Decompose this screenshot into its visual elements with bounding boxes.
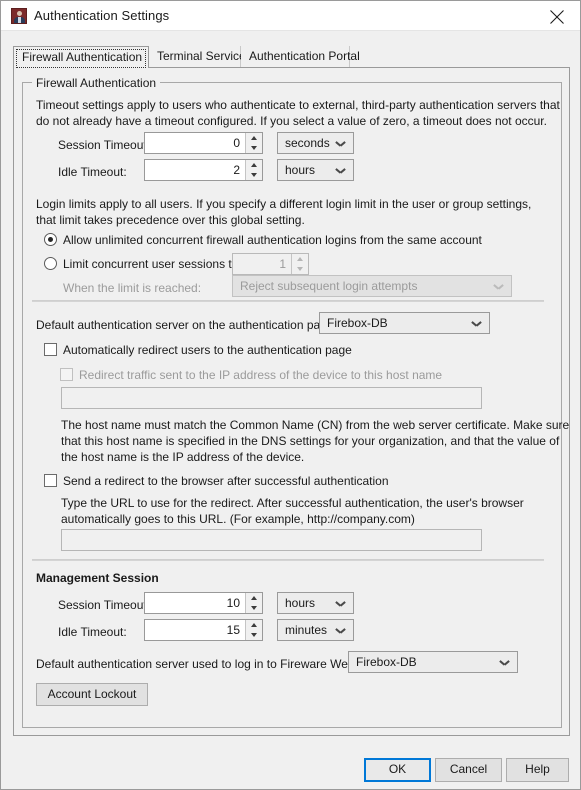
checkbox-redirect-host[interactable]	[60, 368, 73, 381]
mgmt-default-auth-server-value: Firebox-DB	[356, 655, 417, 669]
timeout-intro-line-2: do not already have a timeout configured…	[36, 114, 547, 128]
checkbox-auto-redirect[interactable]	[44, 343, 57, 356]
chevron-down-icon	[494, 284, 503, 289]
idle-timeout-spinner[interactable]: 2	[144, 159, 263, 181]
user-auth-icon	[11, 8, 27, 24]
host-name-input[interactable]	[61, 387, 482, 409]
idle-timeout-unit-combo[interactable]: hours	[277, 159, 354, 181]
concurrent-sessions-spinner[interactable]: 1	[232, 253, 309, 275]
tab-strip: Firewall Authentication Terminal Service…	[13, 46, 570, 68]
spinner-down-button[interactable]	[246, 170, 262, 180]
checkbox-redirect-host-label: Redirect traffic sent to the IP address …	[79, 368, 443, 382]
host-help-line-1: The host name must match the Common Name…	[61, 418, 570, 432]
checkbox-auto-redirect-label: Automatically redirect users to the auth…	[63, 343, 352, 357]
mgmt-session-timeout-label: Session Timeout:	[58, 598, 151, 612]
chevron-down-icon	[336, 601, 345, 606]
host-help-line-2: that this host name is specified in the …	[61, 434, 560, 448]
checkbox-send-redirect-label: Send a redirect to the browser after suc…	[63, 474, 389, 488]
spinner-up-button[interactable]	[246, 133, 262, 143]
when-limit-reached-value: Reject subsequent login attempts	[240, 279, 418, 293]
mgmt-idle-timeout-value: 15	[226, 623, 240, 637]
chevron-down-icon	[336, 141, 345, 146]
tab-label: Authentication Portal	[249, 49, 360, 63]
spinner-up-button[interactable]	[292, 254, 308, 264]
default-auth-server-value: Firebox-DB	[327, 316, 388, 330]
help-button[interactable]: Help	[506, 758, 569, 782]
spinner-buttons[interactable]	[291, 254, 308, 274]
timeout-intro-line-1: Timeout settings apply to users who auth…	[36, 98, 560, 112]
session-timeout-unit-value: seconds	[285, 136, 330, 150]
spinner-buttons[interactable]	[245, 160, 262, 180]
ok-button[interactable]: OK	[364, 758, 431, 782]
chevron-down-icon	[336, 168, 345, 173]
mgmt-default-auth-server-label: Default authentication server used to lo…	[36, 657, 370, 671]
close-icon[interactable]	[534, 1, 580, 30]
mgmt-idle-timeout-unit-value: minutes	[285, 623, 328, 637]
management-session-heading: Management Session	[36, 571, 159, 585]
spinner-up-button[interactable]	[246, 593, 262, 603]
dialog-button-bar: OK Cancel Help	[1, 744, 580, 789]
idle-timeout-unit-value: hours	[285, 163, 316, 177]
mgmt-idle-timeout-spinner[interactable]: 15	[144, 619, 263, 641]
session-timeout-spinner[interactable]: 0	[144, 132, 263, 154]
session-timeout-value: 0	[233, 136, 240, 150]
window-title: Authentication Settings	[34, 8, 170, 23]
chevron-down-icon	[472, 321, 481, 326]
tab-label: Terminal Services	[157, 49, 252, 63]
session-timeout-unit-combo[interactable]: seconds	[277, 132, 354, 154]
authentication-settings-dialog: Authentication Settings Firewall Authent…	[0, 0, 581, 790]
mgmt-session-timeout-unit-value: hours	[285, 596, 316, 610]
mgmt-session-timeout-unit-combo[interactable]: hours	[277, 592, 354, 614]
tab-panel-firewall-authentication: Firewall Authentication Timeout settings…	[13, 67, 570, 736]
default-auth-server-label: Default authentication server on the aut…	[36, 318, 334, 332]
idle-timeout-label: Idle Timeout:	[58, 165, 127, 179]
spinner-down-button[interactable]	[292, 264, 308, 274]
tab-terminal-services[interactable]: Terminal Services	[149, 46, 252, 68]
spinner-buttons[interactable]	[245, 133, 262, 153]
mgmt-idle-timeout-unit-combo[interactable]: minutes	[277, 619, 354, 641]
mgmt-session-timeout-spinner[interactable]: 10	[144, 592, 263, 614]
spinner-up-button[interactable]	[246, 620, 262, 630]
chevron-down-icon	[500, 660, 509, 665]
session-timeout-label: Session Timeout:	[58, 138, 151, 152]
when-limit-reached-label: When the limit is reached:	[63, 281, 202, 295]
spinner-buttons[interactable]	[245, 620, 262, 640]
when-limit-reached-combo[interactable]: Reject subsequent login attempts	[232, 275, 512, 297]
url-help-line-2: automatically goes to this URL. (For exa…	[61, 512, 415, 526]
spinner-down-button[interactable]	[246, 143, 262, 153]
idle-timeout-value: 2	[233, 163, 240, 177]
host-help-line-3: the host name is the IP address of the d…	[61, 450, 305, 464]
spinner-up-button[interactable]	[246, 160, 262, 170]
chevron-down-icon	[336, 628, 345, 633]
separator-2	[32, 559, 544, 561]
login-limit-line-2: that limit takes precedence over this gl…	[36, 213, 305, 227]
radio-limit-concurrent[interactable]	[44, 257, 57, 270]
spinner-buttons[interactable]	[245, 593, 262, 613]
login-limit-line-1: Login limits apply to all users. If you …	[36, 197, 532, 211]
tab-authentication-portal[interactable]: Authentication Portal	[241, 46, 360, 68]
radio-limit-concurrent-label: Limit concurrent user sessions to	[63, 257, 239, 271]
checkbox-send-redirect[interactable]	[44, 474, 57, 487]
url-help-line-1: Type the URL to use for the redirect. Af…	[61, 496, 524, 510]
tab-focus-ring	[16, 49, 146, 68]
radio-allow-unlimited[interactable]	[44, 233, 57, 246]
groupbox-title: Firewall Authentication	[32, 76, 161, 90]
redirect-url-input[interactable]	[61, 529, 482, 551]
radio-allow-unlimited-label: Allow unlimited concurrent firewall auth…	[63, 233, 482, 247]
mgmt-idle-timeout-label: Idle Timeout:	[58, 625, 127, 639]
spinner-down-button[interactable]	[246, 630, 262, 640]
default-auth-server-combo[interactable]: Firebox-DB	[319, 312, 490, 334]
concurrent-sessions-value: 1	[279, 257, 286, 271]
account-lockout-button[interactable]: Account Lockout	[36, 683, 148, 706]
tab-firewall-authentication[interactable]: Firewall Authentication	[13, 46, 149, 68]
spinner-down-button[interactable]	[246, 603, 262, 613]
mgmt-session-timeout-value: 10	[226, 596, 240, 610]
radio-selected-dot	[48, 237, 53, 242]
separator-1	[32, 300, 544, 302]
title-bar: Authentication Settings	[1, 1, 580, 31]
cancel-button[interactable]: Cancel	[435, 758, 502, 782]
mgmt-default-auth-server-combo[interactable]: Firebox-DB	[348, 651, 518, 673]
